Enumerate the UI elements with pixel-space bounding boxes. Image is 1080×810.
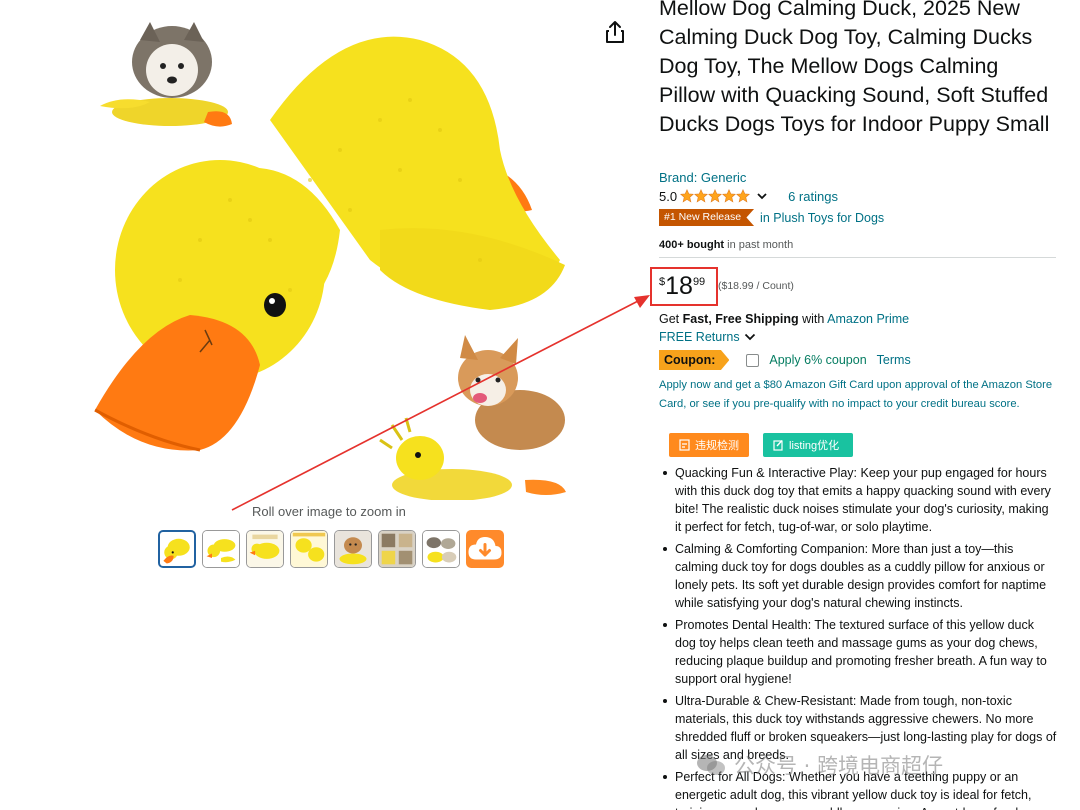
inset-corgi-image — [379, 335, 566, 500]
divider — [659, 257, 1056, 258]
rating-row: 5.0 6 ratings — [659, 187, 838, 205]
free-returns-link[interactable]: FREE Returns — [659, 330, 756, 344]
chevron-down-icon[interactable] — [756, 190, 768, 202]
coupon-checkbox[interactable] — [746, 353, 760, 367]
amazon-prime-link[interactable]: Amazon Prime — [827, 312, 909, 326]
zoom-hint: Roll over image to zoom in — [252, 504, 406, 519]
feature-bullet: Calming & Comforting Companion: More tha… — [659, 540, 1057, 612]
thumbnail-7[interactable] — [422, 530, 460, 568]
free-returns-label: FREE Returns — [659, 330, 740, 344]
shipping-bold: Fast, Free Shipping — [682, 312, 799, 326]
bought-suffix: in past month — [724, 239, 794, 251]
apply-coupon-label[interactable]: Apply 6% coupon — [769, 353, 866, 367]
new-release-badge[interactable]: #1 New Release — [659, 209, 755, 226]
thumbnail-4[interactable] — [290, 530, 328, 568]
feature-bullet: Quacking Fun & Interactive Play: Keep yo… — [659, 464, 1057, 536]
listing-optimize-label: listing优化 — [789, 440, 840, 452]
share-button[interactable] — [604, 20, 626, 44]
inset-husky-image — [100, 22, 232, 127]
unit-price: ($18.99 / Count) — [718, 280, 794, 292]
category-link[interactable]: in Plush Toys for Dogs — [760, 211, 884, 225]
listing-optimize-button[interactable]: listing优化 — [763, 433, 853, 457]
thumbnail-1[interactable] — [158, 530, 196, 568]
thumbnail-strip — [158, 530, 504, 568]
feature-bullet: Perfect for All Dogs: Whether you have a… — [659, 768, 1057, 810]
media-column: Roll over image to zoom in — [0, 0, 645, 810]
rating-value: 5.0 — [659, 188, 678, 204]
share-icon — [606, 21, 624, 43]
shipping-info: Get Fast, Free Shipping with Amazon Prim… — [659, 312, 909, 326]
coupon-terms-link[interactable]: Terms — [877, 353, 911, 367]
coupon-tag: Coupon: — [659, 350, 730, 370]
bestseller-rank: #1 New Release in Plush Toys for Dogs — [659, 209, 884, 226]
star-icon — [680, 189, 695, 203]
price-highlight-box — [650, 267, 718, 306]
edit-icon — [773, 440, 783, 451]
shipping-with: with — [798, 312, 828, 326]
brand-link[interactable]: Brand: Generic — [659, 170, 746, 185]
bought-in-past-month: 400+ bought in past month — [659, 239, 793, 251]
thumbnail-3[interactable] — [246, 530, 284, 568]
star-icon — [708, 189, 723, 203]
star-icon — [736, 189, 751, 203]
thumbnail-2[interactable] — [202, 530, 240, 568]
image-upload-button[interactable] — [466, 530, 504, 568]
thumbnail-5[interactable] — [334, 530, 372, 568]
main-product-image[interactable] — [80, 0, 580, 500]
star-rating[interactable] — [680, 189, 751, 203]
chevron-down-icon — [744, 333, 755, 341]
bought-count: 400+ bought — [659, 239, 725, 251]
ratings-count-link[interactable]: 6 ratings — [788, 189, 838, 204]
coupon-row: Coupon: Apply 6% coupon Terms — [659, 350, 911, 370]
gift-card-offer-link[interactable]: Apply now and get a $80 Amazon Gift Card… — [659, 376, 1057, 414]
document-check-icon — [679, 439, 690, 451]
violation-check-label: 违规检测 — [695, 440, 739, 452]
shipping-get: Get — [659, 312, 683, 326]
extension-toolbar: 违规检测 listing优化 — [669, 433, 853, 457]
star-icon — [722, 189, 737, 203]
violation-check-button[interactable]: 违规检测 — [669, 433, 749, 457]
thumbnail-6[interactable] — [378, 530, 416, 568]
cloud-download-icon — [468, 537, 502, 560]
feature-bullet: Ultra-Durable & Chew-Resistant: Made fro… — [659, 692, 1057, 764]
product-title: Mellow Dog Calming Duck, 2025 New Calmin… — [659, 0, 1050, 136]
feature-bullet: Promotes Dental Health: The textured sur… — [659, 616, 1057, 688]
star-icon — [694, 189, 709, 203]
feature-bullets: Quacking Fun & Interactive Play: Keep yo… — [659, 464, 1057, 810]
